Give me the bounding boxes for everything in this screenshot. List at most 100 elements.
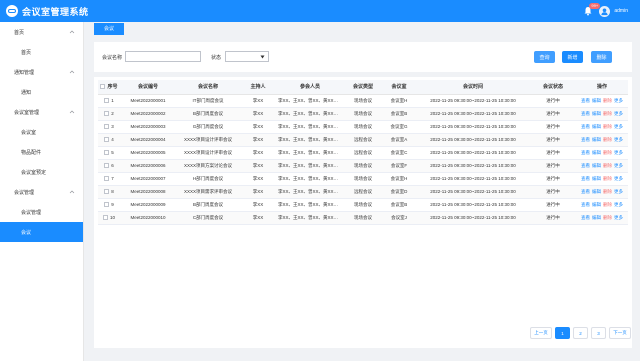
table-row[interactable]: 2 Meet2022000002 B部门周度会议 李XX 李XX、王XX、曾XX、黄XX…	[98, 107, 628, 121]
edit-link[interactable]: 编辑	[592, 215, 601, 221]
edit-link[interactable]: 编辑	[592, 202, 601, 208]
column-header-status: 会议状态	[530, 80, 576, 95]
more-link[interactable]: 更多	[614, 98, 623, 104]
sidebar-group-notice[interactable]: 通知管理	[0, 62, 83, 82]
view-link[interactable]: 查看	[581, 189, 590, 195]
edit-link[interactable]: 编辑	[592, 137, 601, 143]
sidebar-group-meeting-management[interactable]: 会议管理	[0, 182, 83, 202]
row-checkbox[interactable]	[104, 202, 110, 208]
meeting-host: 李XX	[240, 94, 276, 108]
meeting-status: 进行中	[530, 172, 576, 186]
more-link[interactable]: 更多	[614, 137, 623, 143]
status-select[interactable]	[225, 51, 269, 62]
row-actions: 查看 编辑 删除 更多	[576, 94, 628, 108]
meeting-code: Meet2022000010	[120, 211, 176, 225]
view-link[interactable]: 查看	[581, 163, 590, 169]
more-link[interactable]: 更多	[614, 202, 623, 208]
avatar[interactable]	[599, 5, 611, 17]
page-button[interactable]: 1	[555, 327, 570, 339]
view-link[interactable]: 查看	[581, 150, 590, 156]
row-checkbox[interactable]	[104, 124, 110, 130]
view-link[interactable]: 查看	[581, 124, 590, 130]
delete-link[interactable]: 删除	[603, 202, 612, 208]
view-link[interactable]: 查看	[581, 111, 590, 117]
row-checkbox[interactable]	[104, 163, 110, 169]
delete-link[interactable]: 删除	[603, 111, 612, 117]
row-checkbox[interactable]	[104, 98, 110, 104]
table-row[interactable]: 1 Meet2022000001 IT部门周度会议 李XX 李XX、王XX、曾XX、黄X…	[98, 94, 628, 108]
more-link[interactable]: 更多	[614, 124, 623, 130]
view-link[interactable]: 查看	[581, 202, 590, 208]
sidebar-item-room-booking[interactable]: 会议室预定	[0, 162, 83, 182]
sidebar-item-meeting-management[interactable]: 会议管理	[0, 202, 83, 222]
meeting-name: IT部门周度会议	[176, 94, 240, 108]
page-button[interactable]: 2	[573, 327, 588, 339]
row-select-cell: 6	[98, 159, 120, 173]
table-row[interactable]: 8 Meet2022000008 XXXX项目需求评审会议 李XX 李XX、王XX、曾X…	[98, 185, 628, 199]
sidebar-group-home[interactable]: 首页	[0, 22, 83, 42]
delete-link[interactable]: 删除	[603, 124, 612, 130]
search-button[interactable]: 查询	[534, 51, 555, 63]
prev-page-button[interactable]: 上一页	[530, 327, 552, 339]
select-all-checkbox[interactable]	[100, 84, 106, 90]
delete-link[interactable]: 删除	[603, 137, 612, 143]
meeting-status: 进行中	[530, 198, 576, 212]
sidebar-item-meeting[interactable]: 会议	[0, 222, 83, 242]
table-row[interactable]: 3 Meet2022000003 G部门周度会议 李XX 李XX、王XX、曾XX、黄XX…	[98, 120, 628, 134]
column-header-type: 会议类型	[344, 80, 382, 95]
table-row[interactable]: 5 Meet2022000005 XXXX项目设计评审会议 李XX 李XX、王XX、曾X…	[98, 146, 628, 160]
delete-link[interactable]: 删除	[603, 176, 612, 182]
table-row[interactable]: 10 Meet2022000010 C部门周度会议 李XX 李XX、王XX、曾XX、黄X…	[98, 211, 628, 225]
row-checkbox[interactable]	[104, 137, 110, 143]
row-number: 10	[109, 214, 115, 220]
more-link[interactable]: 更多	[614, 189, 623, 195]
sidebar-item-home[interactable]: 首页	[0, 42, 83, 62]
view-link[interactable]: 查看	[581, 176, 590, 182]
notification-button[interactable]: 99+	[583, 3, 601, 16]
add-button[interactable]: 新增	[562, 51, 583, 63]
page-button[interactable]: 3	[591, 327, 606, 339]
delete-link[interactable]: 删除	[603, 163, 612, 169]
edit-link[interactable]: 编辑	[592, 176, 601, 182]
table-row[interactable]: 9 Meet2022000009 B部门周度会议 李XX 李XX、王XX、曾XX、黄XX…	[98, 198, 628, 212]
more-link[interactable]: 更多	[614, 111, 623, 117]
meeting-name-input[interactable]	[125, 51, 201, 62]
edit-link[interactable]: 编辑	[592, 111, 601, 117]
username[interactable]: admin	[614, 8, 628, 14]
edit-link[interactable]: 编辑	[592, 124, 601, 130]
next-page-button[interactable]: 下一页	[609, 327, 631, 339]
row-checkbox[interactable]	[102, 215, 108, 221]
edit-link[interactable]: 编辑	[592, 189, 601, 195]
edit-link[interactable]: 编辑	[592, 150, 601, 156]
row-checkbox[interactable]	[104, 150, 110, 156]
table-row[interactable]: 4 Meet2022000004 XXXX项目设计评审会议 李XX 李XX、王XX、曾X…	[98, 133, 628, 147]
view-link[interactable]: 查看	[581, 98, 590, 104]
sidebar-item-room[interactable]: 会议室	[0, 122, 83, 142]
delete-link[interactable]: 删除	[603, 98, 612, 104]
delete-link[interactable]: 删除	[603, 215, 612, 221]
delete-button[interactable]: 删除	[591, 51, 612, 63]
row-checkbox[interactable]	[104, 189, 110, 195]
more-link[interactable]: 更多	[614, 176, 623, 182]
table-row[interactable]: 6 Meet2022000006 XXXX项目方案讨论会议 李XX 李XX、王XX、曾X…	[98, 159, 628, 173]
meeting-status: 进行中	[530, 120, 576, 134]
view-link[interactable]: 查看	[581, 137, 590, 143]
more-link[interactable]: 更多	[614, 163, 623, 169]
row-checkbox[interactable]	[104, 111, 110, 117]
edit-link[interactable]: 编辑	[592, 98, 601, 104]
delete-link[interactable]: 删除	[603, 189, 612, 195]
more-link[interactable]: 更多	[614, 215, 623, 221]
more-link[interactable]: 更多	[614, 150, 623, 156]
sidebar-group-room-management[interactable]: 会议室管理	[0, 102, 83, 122]
sidebar-item-accessories[interactable]: 物品配件	[0, 142, 83, 162]
view-link[interactable]: 查看	[581, 215, 590, 221]
row-checkbox[interactable]	[104, 176, 110, 182]
meeting-status: 进行中	[530, 94, 576, 108]
tab-meeting[interactable]: 会议	[94, 23, 125, 35]
meeting-code: Meet2022000003	[120, 120, 176, 134]
edit-link[interactable]: 编辑	[592, 163, 601, 169]
column-header-attendees: 参会人员	[276, 80, 344, 95]
sidebar-item-notice[interactable]: 通知	[0, 82, 83, 102]
table-row[interactable]: 7 Meet2022000007 H部门周度会议 李XX 李XX、王XX、曾XX、黄XX…	[98, 172, 628, 186]
delete-link[interactable]: 删除	[603, 150, 612, 156]
